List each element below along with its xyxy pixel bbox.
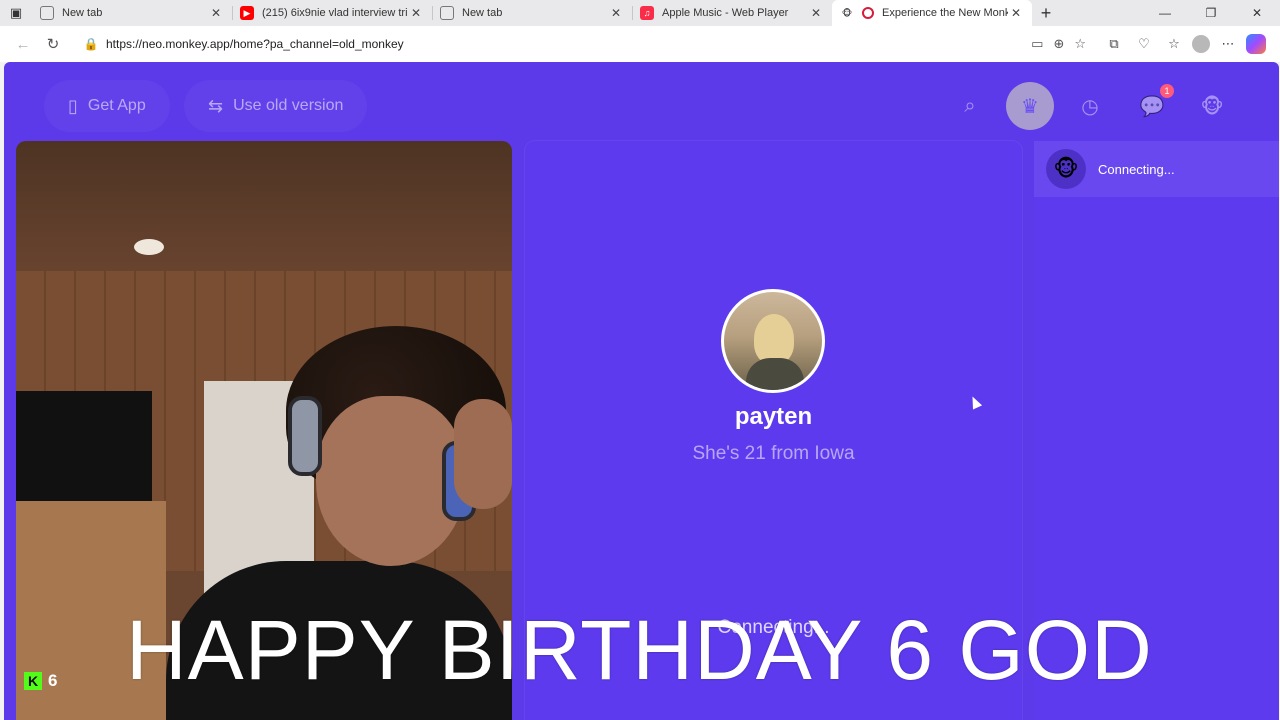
- history-clock-icon[interactable]: ◷: [1066, 82, 1114, 130]
- newtab-icon: [440, 6, 454, 20]
- top-navigation: ▯ Get App ⇆ Use old version ⌕ ♛ ◷ 💬 1 🐵: [4, 62, 1279, 132]
- close-tab-icon[interactable]: ✕: [608, 6, 624, 20]
- tab-title: Experience the New Monkey: [882, 7, 1008, 19]
- newtab-icon: [40, 6, 54, 20]
- camera-icon[interactable]: ▭: [1031, 36, 1043, 52]
- zoom-icon[interactable]: ⊕: [1053, 36, 1064, 52]
- phone-icon: ▯: [68, 95, 78, 116]
- video-background: [16, 391, 152, 501]
- url-text[interactable]: https://neo.monkey.app/home?pa_channel=o…: [106, 37, 1031, 51]
- reload-icon[interactable]: ↻: [38, 29, 68, 59]
- copilot-icon[interactable]: [1246, 34, 1266, 54]
- headphones: [288, 396, 322, 476]
- close-tab-icon[interactable]: ✕: [808, 6, 824, 20]
- minimize-icon[interactable]: —: [1142, 0, 1188, 26]
- match-avatar: [721, 289, 825, 393]
- close-tab-icon[interactable]: ✕: [408, 6, 424, 20]
- viewer-count-badge: K 6: [24, 671, 57, 691]
- browser-tab[interactable]: New tab ✕: [432, 0, 632, 26]
- favorites-icon[interactable]: ☆: [1162, 32, 1186, 56]
- match-photo: [746, 358, 804, 390]
- monkey-avatar-icon: 🐵: [1046, 149, 1086, 189]
- monkey-icon: 🐵: [841, 7, 853, 18]
- close-tab-icon[interactable]: ✕: [208, 6, 224, 20]
- tab-title: New tab: [62, 7, 103, 19]
- tab-title: Apple Music - Web Player: [662, 7, 789, 19]
- favorite-star-icon[interactable]: ☆: [1074, 36, 1086, 52]
- video-background: [16, 141, 512, 281]
- browser-tab[interactable]: ♫ Apple Music - Web Player ✕: [632, 0, 832, 26]
- tab-title: New tab: [462, 7, 503, 19]
- message-count-badge: 1: [1160, 84, 1174, 98]
- search-icon[interactable]: ⌕: [946, 82, 994, 130]
- youtube-icon: ▶: [240, 6, 254, 20]
- browser-essentials-icon[interactable]: ♡: [1132, 32, 1156, 56]
- streamer-figure: [454, 399, 512, 509]
- kick-logo-icon: K: [24, 672, 42, 690]
- get-app-button[interactable]: ▯ Get App: [44, 80, 170, 132]
- profile-avatar-icon[interactable]: 🐵: [1188, 82, 1236, 130]
- tab-title: (215) 6ix9nie vlad interview trippin: [262, 7, 408, 19]
- extensions-icon[interactable]: ⧉: [1102, 32, 1126, 56]
- window-controls: — ❐ ✕: [1142, 0, 1280, 26]
- maximize-icon[interactable]: ❐: [1188, 0, 1234, 26]
- match-name: payten: [734, 403, 813, 430]
- match-photo: [754, 314, 794, 364]
- ceiling-light: [134, 239, 164, 255]
- browser-address-bar: ← ↻ 🔒 https://neo.monkey.app/home?pa_cha…: [0, 26, 1280, 62]
- match-info: She's 21 from Iowa: [692, 443, 855, 464]
- chat-status: Connecting...: [1098, 161, 1175, 177]
- close-tab-icon[interactable]: ✕: [1008, 6, 1024, 20]
- more-options-icon[interactable]: ⋯: [1216, 32, 1240, 56]
- apple-music-icon: ♫: [640, 6, 654, 20]
- crown-icon[interactable]: ♛: [1006, 82, 1054, 130]
- use-old-version-label: Use old version: [233, 97, 344, 114]
- tab-actions-icon[interactable]: ▣: [0, 0, 32, 26]
- profile-avatar[interactable]: [1192, 35, 1210, 53]
- browser-tab[interactable]: ▶ (215) 6ix9nie vlad interview trippin ✕: [232, 0, 432, 26]
- site-info-icon[interactable]: 🔒: [82, 35, 100, 53]
- close-window-icon[interactable]: ✕: [1234, 0, 1280, 26]
- browser-tab[interactable]: New tab ✕: [32, 0, 232, 26]
- browser-tab-bar: ▣ New tab ✕ ▶ (215) 6ix9nie vlad intervi…: [0, 0, 1280, 26]
- swap-icon: ⇆: [208, 95, 224, 116]
- chat-header: 🐵 Connecting...: [1034, 141, 1279, 197]
- stream-caption-overlay: HAPPY BIRTHDAY 6 GOD: [126, 603, 1153, 697]
- browser-tab-active[interactable]: 🐵 Experience the New Monkey ✕: [832, 0, 1032, 26]
- use-old-version-button[interactable]: ⇆ Use old version: [184, 80, 368, 132]
- new-tab-button[interactable]: +: [1032, 0, 1060, 26]
- url-field[interactable]: 🔒 https://neo.monkey.app/home?pa_channel…: [74, 30, 1094, 58]
- back-icon[interactable]: ←: [8, 29, 38, 59]
- get-app-label: Get App: [87, 97, 146, 114]
- messages-icon[interactable]: 💬 1: [1128, 82, 1176, 130]
- recording-icon: [862, 7, 874, 19]
- viewer-count: 6: [48, 671, 58, 690]
